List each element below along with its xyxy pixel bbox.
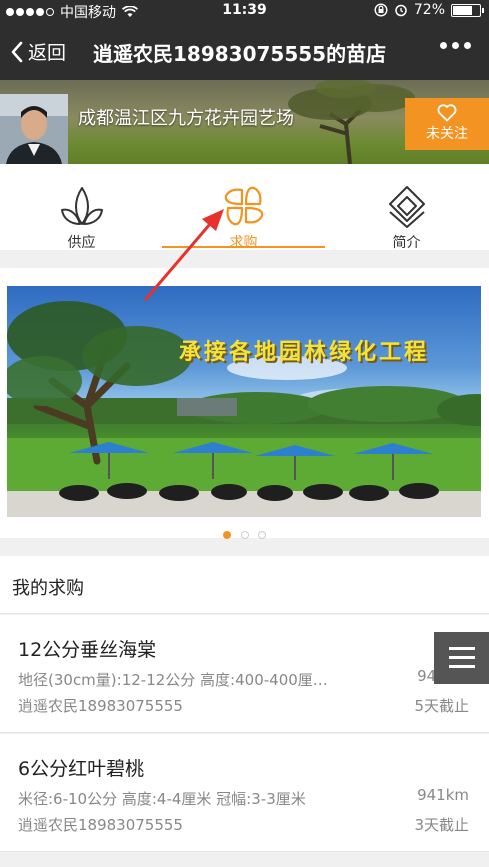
shop-name: 成都温江区九方花卉园艺场 <box>78 108 294 129</box>
shop-tabs: 供应 求购 简介 <box>0 164 489 251</box>
list-item[interactable]: 12公分垂丝海棠 地径(30cm量):12-12公分 高度:400-400厘… … <box>0 615 489 733</box>
annotation-arrow-icon <box>144 209 224 301</box>
more-dot <box>452 42 459 49</box>
carousel-dot[interactable] <box>223 531 232 539</box>
carousel-dot[interactable] <box>240 531 249 539</box>
tab-label: 供应 <box>67 235 96 251</box>
avatar[interactable] <box>0 94 68 164</box>
item-seller: 逍遥农民18983075555 <box>18 816 183 834</box>
item-deadline: 3天截止 <box>414 816 469 834</box>
layers-icon <box>388 186 425 228</box>
battery-percent: 72% <box>413 2 445 18</box>
carousel-pagination <box>0 524 489 543</box>
garden-scene-image <box>7 301 481 517</box>
leaf-icon <box>60 187 103 225</box>
carousel-slide[interactable]: 承接各地园林绿化工程 <box>7 286 481 517</box>
item-specs: 地径(30cm量):12-12公分 高度:400-400厘… <box>18 671 328 689</box>
banner-carousel[interactable]: 承接各地园林绿化工程 <box>0 268 489 539</box>
menu-icon <box>449 647 475 650</box>
floating-menu-button[interactable] <box>434 632 489 684</box>
follow-button[interactable]: 未关注 <box>405 98 489 150</box>
section-title: 我的求购 <box>12 578 84 599</box>
slide-title: 承接各地园林绿化工程 <box>179 339 430 365</box>
more-dot <box>440 42 447 49</box>
item-name: 12公分垂丝海棠 <box>18 639 157 661</box>
avatar-photo <box>0 94 68 164</box>
back-button[interactable]: 返回 <box>10 38 66 65</box>
item-specs: 米径:6-10公分 高度:4-4厘米 冠幅:3-3厘米 <box>18 790 306 808</box>
more-options-button[interactable] <box>440 42 471 49</box>
page: 中国移动 11:39 72% 返回 逍遥农民18983075555的苗店 成都温… <box>0 0 489 867</box>
section-header: 我的求购 <box>0 556 489 614</box>
menu-icon <box>449 656 475 659</box>
battery-fill <box>453 5 472 15</box>
more-dot <box>464 42 471 49</box>
tab-supply[interactable]: 供应 <box>0 164 163 251</box>
heart-icon <box>437 104 457 122</box>
rotation-lock-icon <box>374 3 388 17</box>
nav-bar: 返回 逍遥农民18983075555的苗店 <box>0 22 489 80</box>
tab-label: 简介 <box>392 235 421 251</box>
page-title: 逍遥农民18983075555的苗店 <box>93 42 387 66</box>
menu-icon <box>449 665 475 668</box>
alarm-icon <box>395 4 407 17</box>
carousel-dot[interactable] <box>257 531 266 539</box>
chevron-left-icon <box>11 41 23 62</box>
status-bar: 中国移动 11:39 72% <box>0 0 489 22</box>
item-distance: 941km <box>417 786 469 804</box>
back-label: 返回 <box>28 42 67 64</box>
status-right: 72% <box>374 2 484 18</box>
item-deadline: 5天截止 <box>414 697 469 715</box>
item-name: 6公分红叶碧桃 <box>18 758 145 780</box>
tab-about[interactable]: 简介 <box>325 164 488 251</box>
list-item[interactable]: 6公分红叶碧桃 米径:6-10公分 高度:4-4厘米 冠幅:3-3厘米 逍遥农民… <box>0 734 489 852</box>
battery-icon <box>451 3 484 17</box>
item-seller: 逍遥农民18983075555 <box>18 697 183 715</box>
follow-label: 未关注 <box>426 126 468 142</box>
